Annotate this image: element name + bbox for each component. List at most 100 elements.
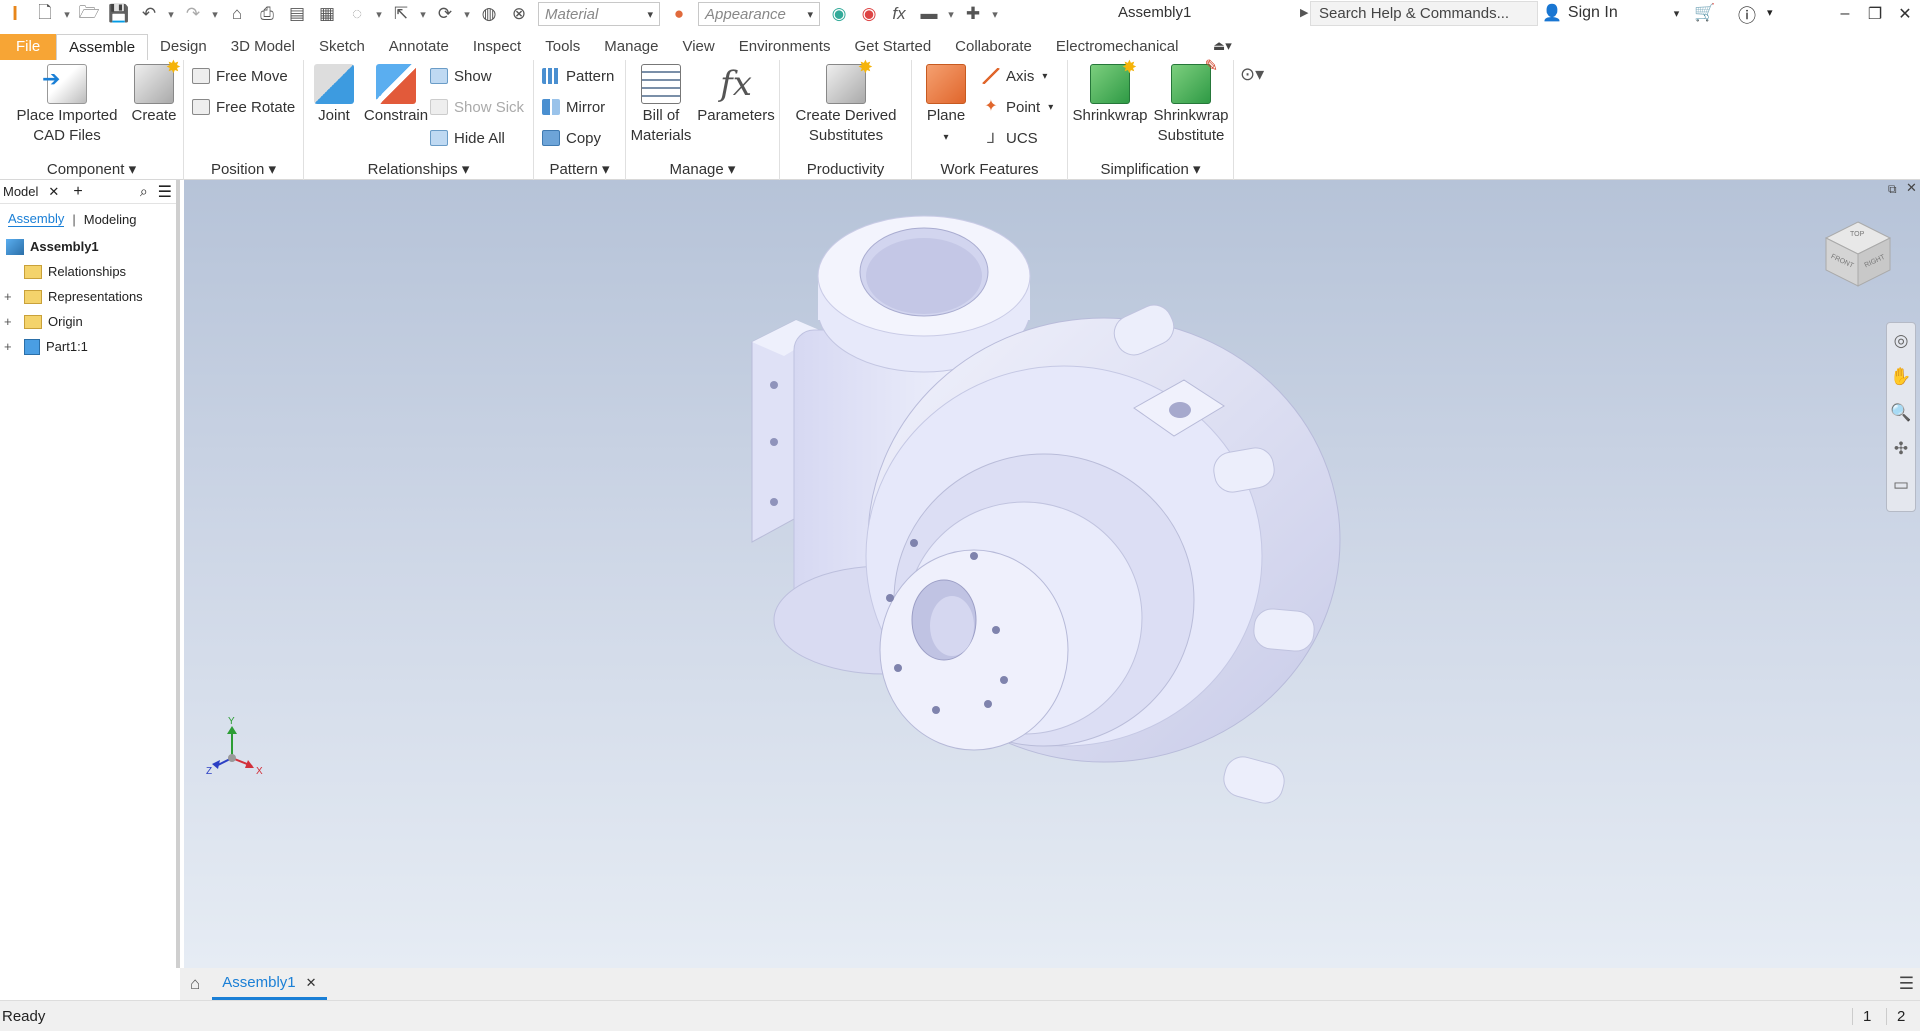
chevron-down-icon[interactable]: ▾ — [461, 2, 473, 26]
clear-appearance-icon[interactable]: ◉ — [857, 2, 881, 26]
expand-icon[interactable]: + — [4, 339, 18, 354]
expand-icon[interactable]: + — [4, 314, 18, 329]
tree-root[interactable]: Assembly1 — [0, 234, 176, 259]
redo-icon[interactable]: ↷ — [181, 2, 205, 26]
minimize-icon[interactable]: – — [1830, 5, 1860, 23]
appearance-combo[interactable]: Appearance ▾ — [698, 2, 820, 26]
plane-button[interactable]: Plane ▾ — [916, 64, 976, 148]
restore-icon[interactable]: ❐ — [1860, 4, 1890, 24]
part-model[interactable] — [184, 180, 1920, 968]
tree-item-origin[interactable]: + Origin — [0, 309, 176, 334]
panel-label[interactable]: Relationships ▾ — [304, 160, 533, 178]
tab-manage[interactable]: Manage — [592, 34, 670, 60]
expand-icon[interactable]: + — [4, 289, 18, 304]
cursor-icon[interactable]: ⇱ — [389, 2, 413, 26]
ruler-icon[interactable]: ▬ — [917, 2, 941, 26]
update-icon[interactable]: ⟳ — [433, 2, 457, 26]
tree-item-representations[interactable]: + Representations — [0, 284, 176, 309]
constrain-button[interactable]: Constrain — [356, 64, 436, 126]
plus-icon[interactable]: ✚ — [961, 2, 985, 26]
customize-icon[interactable]: ▾ — [989, 2, 1001, 26]
pan-hand-icon[interactable]: ✋ — [1890, 367, 1911, 387]
create-derived-button[interactable]: ✸ Create Derived Substitutes — [782, 57, 910, 146]
viewport-maximize-icon[interactable]: ⧉ — [1888, 182, 1897, 197]
tab-inspect[interactable]: Inspect — [461, 34, 533, 60]
axis-button[interactable]: Axis ▾ — [982, 65, 1047, 87]
tab-electromechanical[interactable]: Electromechanical — [1044, 34, 1191, 60]
ucs-button[interactable]: ⅃ UCS — [982, 127, 1038, 149]
cart-icon[interactable]: 🛒 — [1694, 3, 1715, 23]
print-icon[interactable]: ⎙ — [255, 2, 279, 26]
viewcube-top[interactable]: TOP — [1850, 231, 1864, 238]
close-window-icon[interactable]: ✕ — [1890, 4, 1920, 24]
pattern-button[interactable]: Pattern — [542, 65, 614, 87]
measure-icon[interactable]: ▦ — [315, 2, 339, 26]
tab-assemble[interactable]: Assemble — [56, 34, 149, 60]
joint-button[interactable]: Joint — [308, 64, 360, 126]
tab-tools[interactable]: Tools — [533, 34, 592, 60]
chevron-down-icon[interactable]: ▾ — [417, 2, 429, 26]
select-icon[interactable]: ◌ — [345, 2, 369, 26]
panel-label[interactable]: Manage ▾ — [626, 160, 779, 178]
tree-item-part1[interactable]: + Part1:1 — [0, 334, 176, 359]
add-browser-button[interactable]: + — [73, 183, 82, 201]
clear-override-icon[interactable]: ⊗ — [507, 2, 531, 26]
mode-assembly[interactable]: Assembly — [8, 211, 65, 227]
save-icon[interactable]: 💾 — [107, 2, 131, 26]
tab-menu-icon[interactable]: ☰ — [1899, 974, 1914, 994]
chevron-down-icon[interactable]: ▾ — [373, 2, 385, 26]
search-input[interactable]: Search Help & Commands... — [1310, 1, 1538, 26]
orbit-icon[interactable]: ✣ — [1894, 439, 1908, 459]
graphics-viewport[interactable]: TOP FRONT RIGHT ⧉ ✕ ◎ ✋ 🔍 ✣ ▭ Y X Z — [184, 180, 1920, 968]
material-combo[interactable]: Material ▾ — [538, 2, 660, 26]
home-tab-icon[interactable]: ⌂ — [190, 974, 200, 994]
tab-design[interactable]: Design — [148, 34, 219, 60]
parameters-button[interactable]: fx Parameters — [694, 64, 778, 126]
steering-wheel-icon[interactable]: ◎ — [1894, 331, 1909, 351]
mode-modeling[interactable]: Modeling — [84, 212, 137, 227]
chevron-down-icon[interactable]: ▾ — [61, 2, 73, 26]
show-button[interactable]: Show — [430, 65, 492, 87]
home-icon[interactable]: ⌂ — [225, 2, 249, 26]
properties-icon[interactable]: ▤ — [285, 2, 309, 26]
panel-label[interactable]: Position ▾ — [184, 160, 303, 178]
tab-sketch[interactable]: Sketch — [307, 34, 377, 60]
tab-view[interactable]: View — [670, 34, 726, 60]
adjust-icon[interactable]: ◉ — [827, 2, 851, 26]
point-button[interactable]: ✦ Point ▾ — [982, 96, 1053, 118]
appearance-icon[interactable]: ● — [667, 2, 691, 26]
panel-label[interactable]: Simplification ▾ — [1068, 160, 1233, 178]
place-imported-button[interactable]: ➔ Place Imported CAD Files — [8, 64, 126, 146]
zoom-icon[interactable]: 🔍 — [1890, 403, 1911, 423]
panel-label[interactable]: Pattern ▾ — [534, 160, 625, 178]
hide-all-button[interactable]: Hide All — [430, 127, 505, 149]
look-at-icon[interactable]: ▭ — [1893, 475, 1909, 495]
tab-environments[interactable]: Environments — [727, 34, 843, 60]
ribbon-options-icon[interactable]: ⊙▾ — [1240, 64, 1264, 85]
create-component-button[interactable]: ✸ Create — [128, 57, 181, 126]
new-icon[interactable]: 🗋 — [33, 2, 57, 26]
tab-file[interactable]: File — [0, 34, 57, 60]
browser-tab-model[interactable]: Model — [3, 184, 38, 199]
close-icon[interactable]: ✕ — [306, 975, 317, 991]
bom-button[interactable]: Bill of Materials — [628, 64, 694, 146]
close-icon[interactable]: ✕ — [48, 184, 59, 200]
chevron-down-icon[interactable]: ▾ — [1767, 6, 1773, 19]
search-icon[interactable]: ⌕ — [140, 183, 148, 200]
viewport-close-icon[interactable]: ✕ — [1906, 180, 1917, 196]
tab-annotate[interactable]: Annotate — [377, 34, 461, 60]
menu-icon[interactable]: ☰ — [158, 182, 172, 202]
tab-collaborate[interactable]: Collaborate — [943, 34, 1044, 60]
tree-item-relationships[interactable]: Relationships — [0, 259, 176, 284]
mirror-button[interactable]: Mirror — [542, 96, 605, 118]
shrinkwrap-button[interactable]: ✸ Shrinkwrap — [1070, 57, 1150, 126]
ribbon-toggle-icon[interactable]: ⏏▾ — [1213, 38, 1232, 54]
sign-in-button[interactable]: 👤 Sign In ▾ — [1542, 3, 1679, 23]
undo-icon[interactable]: ↶ — [137, 2, 161, 26]
free-move-button[interactable]: Free Move — [192, 65, 288, 87]
fx-icon[interactable]: fx — [887, 2, 911, 26]
free-rotate-button[interactable]: Free Rotate — [192, 96, 295, 118]
viewcube[interactable]: TOP FRONT RIGHT — [1824, 220, 1892, 288]
chevron-down-icon[interactable]: ▾ — [165, 2, 177, 26]
chevron-down-icon[interactable]: ▾ — [209, 2, 221, 26]
